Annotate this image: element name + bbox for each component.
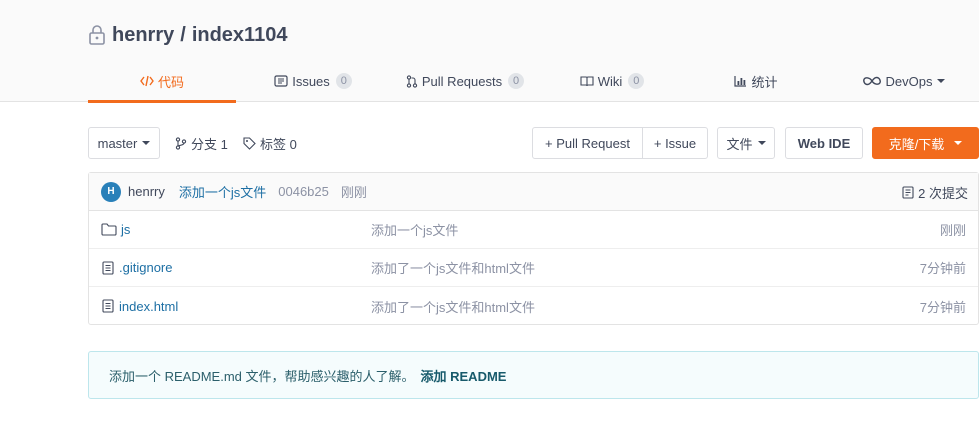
branches-link[interactable]: 分支 1 bbox=[175, 127, 228, 159]
create-button-group: + Pull Request + Issue bbox=[532, 127, 708, 159]
file-row-js[interactable]: js 添加一个js文件 刚刚 bbox=[89, 211, 978, 249]
file-name-link[interactable]: index.html bbox=[101, 299, 178, 314]
chevron-down-icon bbox=[954, 141, 963, 145]
tab-label: Pull Requests bbox=[421, 73, 503, 89]
branch-label: master bbox=[97, 135, 138, 151]
wiki-icon bbox=[580, 75, 594, 87]
devops-infinity-icon bbox=[862, 76, 882, 86]
stats-icon bbox=[734, 75, 747, 87]
file-name: index.html bbox=[119, 298, 179, 314]
web-ide-button[interactable]: Web IDE bbox=[785, 127, 863, 159]
new-issue-button[interactable]: + Issue bbox=[643, 128, 707, 158]
file-row-gitignore[interactable]: .gitignore 添加了一个js文件和html文件 7分钟前 bbox=[89, 249, 978, 287]
readme-notice: 添加一个 README.md 文件，帮助感兴趣的人了解。 添加 README bbox=[88, 351, 979, 399]
tab-stats[interactable]: 统计 bbox=[684, 60, 828, 102]
file-menu-label: 文件 bbox=[726, 136, 753, 152]
tag-icon bbox=[243, 136, 256, 150]
file-name: js bbox=[121, 222, 131, 237]
commit-message-link[interactable]: 添加一个js文件 bbox=[179, 182, 266, 201]
tab-pull-requests[interactable]: Pull Requests 0 bbox=[390, 60, 540, 102]
repo-toolbar: master 分支 1 标签 0 + Pull Request + Issue … bbox=[88, 127, 979, 159]
tags-label: 标签 0 bbox=[260, 136, 297, 152]
tab-label: DevOps bbox=[885, 73, 933, 89]
branches-label: 分支 1 bbox=[191, 136, 228, 152]
tab-label: Wiki bbox=[597, 73, 623, 89]
new-pull-request-button[interactable]: + Pull Request bbox=[533, 128, 643, 158]
repo-name-link[interactable]: index1104 bbox=[192, 24, 288, 47]
readme-notice-text: 添加一个 README.md 文件，帮助感兴趣的人了解。 bbox=[109, 368, 415, 384]
file-icon bbox=[101, 260, 115, 275]
tab-label: 统计 bbox=[751, 74, 778, 90]
chevron-down-icon bbox=[937, 79, 946, 83]
commit-count-label: 2 次提交 bbox=[918, 185, 968, 201]
repo-separator: / bbox=[180, 23, 186, 46]
commits-icon bbox=[902, 185, 914, 199]
chevron-down-icon bbox=[757, 141, 766, 145]
repo-title: henrry / index1104 bbox=[88, 22, 287, 48]
commit-time: 刚刚 bbox=[340, 185, 367, 200]
add-readme-link[interactable]: 添加 README bbox=[421, 366, 507, 385]
count-badge: 0 bbox=[628, 73, 645, 89]
pull-request-icon bbox=[406, 74, 418, 88]
repo-header: henrry / index1104 代码 Issues 0 Pull Requ… bbox=[0, 0, 979, 103]
branch-icon bbox=[175, 136, 187, 150]
file-browser: H henrry 添加一个js文件 0046b25 刚刚 2 次提交 js 添加… bbox=[88, 172, 979, 325]
tab-label: Issues bbox=[292, 73, 330, 89]
commit-sha-link[interactable]: 0046b25 bbox=[278, 184, 329, 199]
file-row-index-html[interactable]: index.html 添加了一个js文件和html文件 7分钟前 bbox=[89, 287, 978, 325]
count-badge: 0 bbox=[508, 73, 525, 89]
tab-code[interactable]: 代码 bbox=[88, 60, 236, 103]
code-icon bbox=[140, 75, 154, 87]
file-name-link[interactable]: js bbox=[101, 222, 130, 237]
file-commit-message[interactable]: 添加一个js文件 bbox=[371, 220, 458, 239]
folder-icon bbox=[101, 223, 117, 236]
file-name: .gitignore bbox=[119, 260, 173, 275]
issues-icon bbox=[274, 75, 288, 87]
repo-tabs: 代码 Issues 0 Pull Requests 0 Wiki 0 统计 De… bbox=[88, 60, 979, 103]
count-badge: 0 bbox=[335, 73, 352, 89]
clone-label: 克隆/下载 bbox=[888, 136, 945, 152]
tab-issues[interactable]: Issues 0 bbox=[236, 60, 390, 102]
tab-label: 代码 bbox=[157, 74, 184, 90]
tags-link[interactable]: 标签 0 bbox=[243, 127, 297, 159]
chevron-down-icon bbox=[142, 141, 151, 145]
clone-download-button[interactable]: 克隆/下载 bbox=[872, 127, 979, 159]
repo-owner-link[interactable]: henrry bbox=[112, 24, 174, 47]
file-name-link[interactable]: .gitignore bbox=[101, 260, 172, 275]
file-commit-message[interactable]: 添加了一个js文件和html文件 bbox=[371, 258, 535, 277]
file-time: 7分钟前 bbox=[919, 261, 966, 276]
file-time: 刚刚 bbox=[939, 223, 966, 238]
branch-select[interactable]: master bbox=[88, 127, 160, 159]
commit-author-link[interactable]: henrry bbox=[128, 184, 165, 199]
avatar[interactable]: H bbox=[101, 181, 121, 202]
file-commit-message[interactable]: 添加了一个js文件和html文件 bbox=[371, 297, 535, 316]
lock-icon bbox=[88, 25, 106, 45]
latest-commit-bar: H henrry 添加一个js文件 0046b25 刚刚 2 次提交 bbox=[89, 173, 978, 211]
tab-devops[interactable]: DevOps bbox=[828, 60, 979, 102]
file-menu-button[interactable]: 文件 bbox=[717, 127, 775, 159]
file-time: 7分钟前 bbox=[919, 299, 966, 315]
tab-wiki[interactable]: Wiki 0 bbox=[540, 60, 684, 102]
commit-count-link[interactable]: 2 次提交 bbox=[902, 173, 968, 211]
file-icon bbox=[101, 299, 115, 313]
